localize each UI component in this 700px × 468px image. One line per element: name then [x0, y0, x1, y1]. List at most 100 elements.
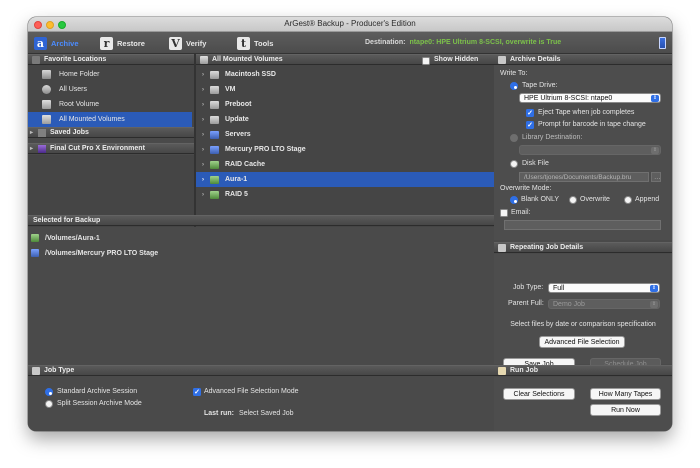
chevron-right-icon[interactable]: ›: [198, 132, 208, 138]
disclosure-icon: ▸: [30, 130, 34, 136]
advanced-file-selection-checkbox[interactable]: ✓: [193, 388, 201, 396]
tab-tools-label: Tools: [254, 38, 274, 48]
disk-file-label: Disk File: [522, 160, 549, 167]
users-icon: [42, 85, 51, 94]
backup-item[interactable]: /Volumes/Mercury PRO LTO Stage: [28, 246, 158, 260]
disk-file-path[interactable]: /Users/tjones/Documents/Backup.bru: [519, 172, 649, 182]
volume-row[interactable]: › VM: [196, 82, 500, 97]
browse-button[interactable]: …: [651, 172, 661, 182]
title-bar: ArGest® Backup - Producer's Edition: [28, 17, 672, 32]
raid-icon: [210, 160, 219, 169]
job-type-select[interactable]: Full ⇕: [548, 283, 660, 293]
volume-row[interactable]: › Preboot: [196, 97, 500, 112]
blank-only-radio[interactable]: [510, 196, 518, 204]
tape-drive-icon[interactable]: [659, 37, 666, 49]
show-hidden-label: Show Hidden: [434, 56, 479, 63]
chevron-right-icon[interactable]: ›: [198, 192, 208, 198]
chevron-updown-icon: ⇕: [650, 285, 658, 292]
how-many-tapes-button[interactable]: How Many Tapes: [590, 388, 661, 400]
chevron-right-icon[interactable]: ›: [198, 117, 208, 123]
saved-jobs-header[interactable]: ▸ Saved Jobs: [28, 127, 194, 138]
volume-row[interactable]: › RAID 5: [196, 187, 500, 202]
favorite-all-mounted-volumes[interactable]: All Mounted Volumes: [28, 112, 192, 127]
volumes-icon: [42, 115, 51, 124]
blank-only-label: Blank ONLY: [521, 196, 559, 203]
eject-tape-checkbox[interactable]: ✓: [526, 109, 534, 117]
prompt-barcode-label: Prompt for barcode in tape change: [538, 121, 646, 128]
disk-icon: [42, 100, 51, 109]
volume-row[interactable]: › Servers: [196, 127, 500, 142]
selected-backup-header: Selected for Backup: [28, 215, 494, 226]
tab-verify-label: Verify: [186, 38, 207, 48]
email-input[interactable]: [504, 220, 661, 230]
advanced-file-selection-button[interactable]: Advanced File Selection: [539, 336, 625, 348]
run-job-icon: [498, 366, 506, 375]
main-toolbar: a Archive r Restore V Verify t Tools Des…: [28, 32, 672, 54]
chevron-right-icon[interactable]: ›: [198, 162, 208, 168]
show-hidden-checkbox[interactable]: [422, 56, 430, 65]
standard-archive-radio[interactable]: [45, 388, 53, 396]
drive-icon: [210, 115, 219, 124]
archive-icon: a: [34, 36, 47, 50]
home-icon: [42, 70, 51, 79]
chevron-right-icon[interactable]: ›: [198, 102, 208, 108]
tab-archive-label: Archive: [51, 38, 79, 48]
folder-icon: [32, 55, 40, 64]
restore-icon: r: [100, 36, 113, 50]
select-files-text: Select files by date or comparison speci…: [510, 321, 656, 328]
archive-details-panel: Write To: Tape Drive: HPE Ultrium 8-SCSI…: [494, 65, 672, 240]
tab-verify[interactable]: V Verify: [169, 36, 206, 50]
tape-drive-label: Tape Drive:: [522, 82, 558, 89]
disk-file-radio[interactable]: [510, 160, 518, 168]
run-job-panel: Clear Selections How Many Tapes Run Now: [494, 377, 672, 431]
job-type-panel: Standard Archive Session Split Session A…: [28, 377, 494, 431]
backup-item[interactable]: /Volumes/Aura-1: [28, 231, 100, 245]
fcp-environment-header[interactable]: ▸ Final Cut Pro X Environment: [28, 143, 194, 154]
last-run-value: Select Saved Job: [239, 410, 294, 417]
favorite-all-users[interactable]: All Users: [28, 82, 192, 97]
library-destination-radio[interactable]: [510, 134, 518, 142]
run-job-header: Run Job: [494, 365, 672, 376]
parent-full-select[interactable]: Demo Job ⇕: [548, 299, 660, 309]
tab-restore[interactable]: r Restore: [100, 36, 145, 50]
favorite-root-volume[interactable]: Root Volume: [28, 97, 192, 112]
tab-tools[interactable]: t Tools: [237, 36, 273, 50]
tape-drive-radio[interactable]: [510, 82, 518, 90]
chevron-right-icon[interactable]: ›: [198, 147, 208, 153]
volume-row[interactable]: › Update: [196, 112, 500, 127]
email-checkbox[interactable]: [500, 209, 508, 217]
prompt-barcode-checkbox[interactable]: ✓: [526, 121, 534, 129]
tab-archive[interactable]: a Archive: [34, 36, 79, 50]
volume-row-selected[interactable]: › Aura-1: [196, 172, 500, 187]
job-type-icon: [32, 366, 40, 375]
volumes-icon: [200, 55, 208, 64]
volume-row[interactable]: › RAID Cache: [196, 157, 500, 172]
archive-details-icon: [498, 55, 506, 64]
favorite-home-folder[interactable]: Home Folder: [28, 67, 192, 82]
tape-volume-icon: [210, 145, 219, 154]
job-type-label: Job Type:: [513, 284, 544, 291]
repeating-job-header: Repeating Job Details: [494, 242, 672, 253]
repeat-icon: [498, 243, 506, 252]
advanced-file-selection-label: Advanced File Selection Mode: [204, 388, 299, 395]
write-to-label: Write To:: [500, 70, 528, 77]
chevron-right-icon[interactable]: ›: [198, 72, 208, 78]
favorites-header: Favorite Locations: [28, 54, 194, 65]
split-session-radio[interactable]: [45, 400, 53, 408]
append-radio[interactable]: [624, 196, 632, 204]
app-window: ArGest® Backup - Producer's Edition a Ar…: [28, 17, 672, 431]
library-destination-label: Library Destination:: [522, 134, 583, 141]
raid-icon: [210, 175, 219, 184]
final-cut-icon: [38, 144, 46, 153]
chevron-right-icon[interactable]: ›: [198, 87, 208, 93]
overwrite-radio[interactable]: [569, 196, 577, 204]
tape-drive-select[interactable]: HPE Ultrium 8-SCSI: ntape0 ⇕: [519, 93, 661, 103]
tools-icon: t: [237, 36, 250, 50]
run-now-button[interactable]: Run Now: [590, 404, 661, 416]
library-destination-select[interactable]: ⇕: [519, 145, 661, 155]
chevron-right-icon[interactable]: ›: [198, 177, 208, 183]
clear-selections-button[interactable]: Clear Selections: [503, 388, 575, 400]
volume-row[interactable]: › Macintosh SSD: [196, 67, 500, 82]
chevron-updown-icon: ⇕: [651, 95, 659, 102]
volume-row[interactable]: › Mercury PRO LTO Stage: [196, 142, 500, 157]
